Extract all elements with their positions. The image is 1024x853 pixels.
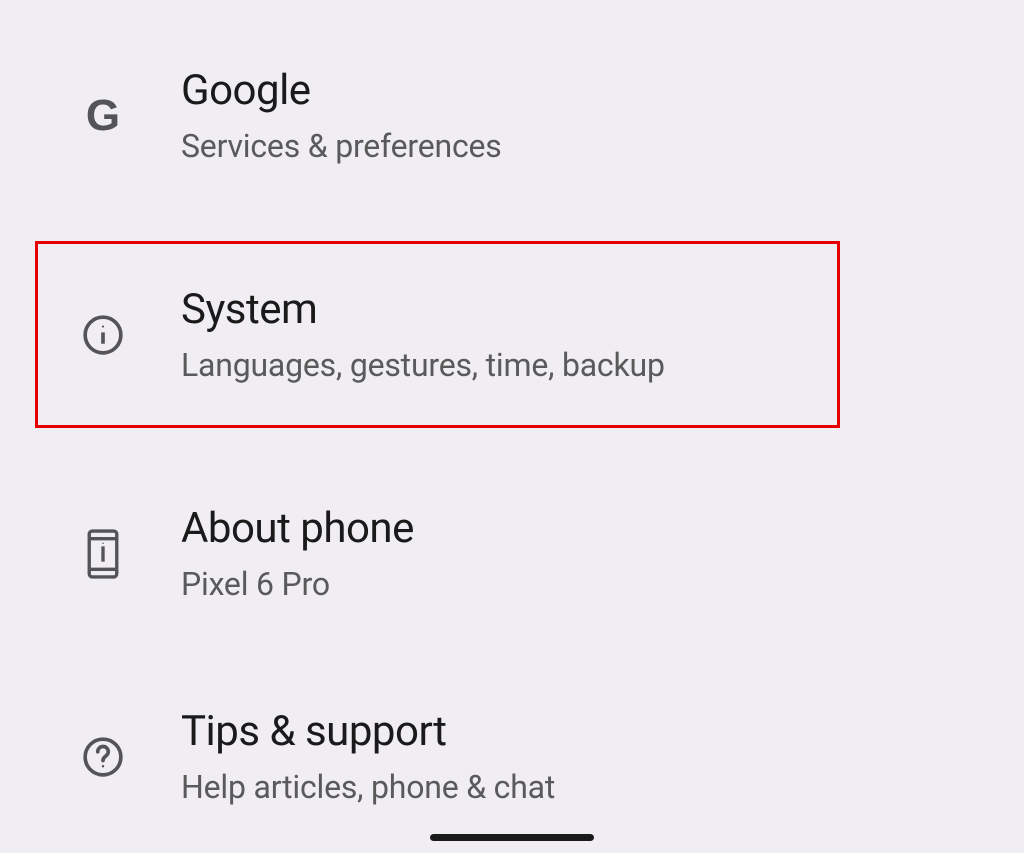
setting-subtitle: Services & preferences bbox=[181, 127, 502, 165]
setting-subtitle: Languages, gestures, time, backup bbox=[181, 346, 665, 384]
help-icon bbox=[75, 736, 131, 778]
setting-title: Tips & support bbox=[181, 707, 555, 756]
setting-text: System Languages, gestures, time, backup bbox=[181, 285, 665, 384]
spacer bbox=[0, 631, 1024, 679]
setting-title: Google bbox=[181, 66, 502, 115]
setting-title: System bbox=[181, 285, 665, 334]
setting-item-tips-support[interactable]: Tips & support Help articles, phone & ch… bbox=[0, 679, 1024, 834]
spacer bbox=[0, 193, 1024, 241]
setting-text: Google Services & preferences bbox=[181, 66, 502, 165]
setting-item-google[interactable]: G Google Services & preferences bbox=[0, 38, 1024, 193]
info-icon bbox=[75, 314, 131, 356]
setting-subtitle: Pixel 6 Pro bbox=[181, 565, 414, 603]
setting-text: Tips & support Help articles, phone & ch… bbox=[181, 707, 555, 806]
settings-list: G Google Services & preferences System L… bbox=[0, 0, 1024, 834]
setting-item-system[interactable]: System Languages, gestures, time, backup bbox=[35, 241, 840, 428]
google-g-icon: G bbox=[75, 91, 131, 141]
setting-subtitle: Help articles, phone & chat bbox=[181, 768, 555, 806]
spacer bbox=[0, 428, 1024, 476]
setting-item-about-phone[interactable]: About phone Pixel 6 Pro bbox=[0, 476, 1024, 631]
setting-text: About phone Pixel 6 Pro bbox=[181, 504, 414, 603]
phone-icon bbox=[75, 528, 131, 580]
setting-title: About phone bbox=[181, 504, 414, 553]
navigation-handle[interactable] bbox=[430, 834, 594, 841]
